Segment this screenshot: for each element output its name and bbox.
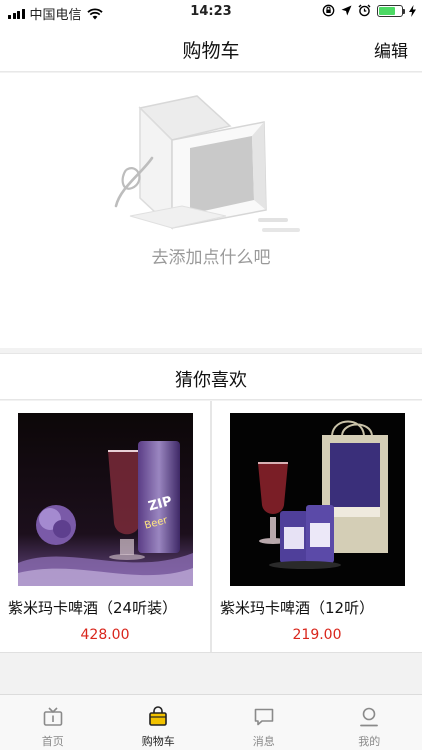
product-grid: ZIP Beer 紫米玛卡啤酒（24听装） 428.00 紫米玛卡啤酒（12听）… [0, 401, 422, 653]
tab-home[interactable]: 首页 [0, 695, 106, 750]
message-icon [254, 708, 274, 726]
tab-cart[interactable]: 购物车 [106, 695, 212, 750]
empty-box-icon [114, 95, 300, 232]
product-price: 219.00 [292, 627, 342, 643]
recommend-header: 猜你喜欢 [0, 353, 422, 400]
tab-label: 我的 [358, 735, 381, 748]
profile-icon [360, 707, 379, 727]
location-icon [341, 5, 352, 16]
tab-profile[interactable]: 我的 [317, 695, 422, 750]
edit-button[interactable]: 编辑 [374, 37, 408, 62]
alarm-icon [358, 4, 371, 17]
empty-cart-panel: 去添加点什么吧 [0, 73, 422, 348]
tab-label: 首页 [41, 735, 64, 748]
tab-messages[interactable]: 消息 [211, 695, 317, 750]
status-bar: 中国电信 14:23 [0, 0, 422, 24]
recommend-heading: 猜你喜欢 [175, 370, 247, 391]
cart-icon [149, 706, 168, 726]
product-name[interactable]: 紫米玛卡啤酒（24听装） [8, 597, 206, 618]
rotation-lock-icon [322, 4, 335, 17]
page-title: 购物车 [182, 40, 240, 62]
product-price: 428.00 [80, 627, 130, 643]
tab-label: 消息 [252, 735, 275, 748]
tab-bar: 首页 购物车 消息 我的 [0, 694, 422, 750]
product-image-24-pack[interactable]: ZIP Beer [18, 413, 193, 586]
home-icon [43, 707, 63, 726]
product-image-12-cans[interactable] [230, 413, 405, 586]
navigation-bar: 购物车 编辑 [0, 24, 422, 72]
tab-label: 购物车 [141, 735, 175, 748]
charging-bolt-icon [409, 4, 416, 17]
product-name[interactable]: 紫米玛卡啤酒（12听） [220, 597, 418, 618]
product-card-12-cans[interactable]: 紫米玛卡啤酒（12听） 219.00 [212, 401, 422, 652]
status-right [322, 4, 416, 17]
product-card-24-pack[interactable]: ZIP Beer 紫米玛卡啤酒（24听装） 428.00 [0, 401, 210, 652]
empty-cart-hint: 去添加点什么吧 [151, 248, 271, 268]
battery-icon [377, 4, 405, 17]
